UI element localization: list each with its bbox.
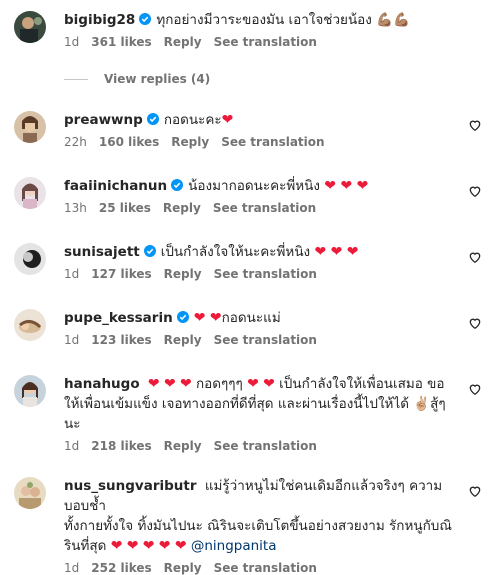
comment-likes[interactable]: 25 likes: [99, 201, 151, 215]
avatar[interactable]: [14, 11, 46, 43]
see-translation-button[interactable]: See translation: [221, 135, 324, 149]
comment-username[interactable]: sunisajett: [64, 244, 140, 260]
reply-button[interactable]: Reply: [171, 135, 209, 149]
heart-emoji: ❤: [174, 538, 187, 554]
comment-time: 1d: [64, 267, 80, 281]
heart-emoji: ❤: [110, 538, 123, 554]
comment-text-line: ให้เพื่อนเข้มแข็ง เจอทางออกที่ดีที่สุด แ…: [64, 396, 446, 412]
comment-likes[interactable]: 127 likes: [91, 267, 151, 281]
verified-badge-icon: [143, 245, 156, 257]
comment-likes[interactable]: 218 likes: [91, 439, 151, 453]
reply-button[interactable]: Reply: [164, 267, 202, 281]
heart-emoji: ❤ ❤ ❤: [314, 244, 359, 260]
heart-emoji: ❤: [221, 112, 234, 128]
heart-emoji: ❤: [126, 538, 139, 554]
avatar[interactable]: [14, 243, 46, 275]
comment-likes[interactable]: 123 likes: [91, 333, 151, 347]
heart-emoji: ❤ ❤: [193, 310, 222, 326]
comment-time: 13h: [64, 201, 87, 215]
view-replies-button[interactable]: View replies (4): [64, 72, 210, 86]
comment-time: 1d: [64, 333, 80, 347]
heart-emoji: ❤: [247, 376, 259, 392]
heart-outline-icon[interactable]: [468, 250, 482, 264]
reply-button[interactable]: Reply: [163, 201, 201, 215]
see-translation-button[interactable]: See translation: [213, 201, 316, 215]
avatar[interactable]: [14, 375, 46, 407]
heart-emoji: ❤: [179, 376, 192, 392]
divider: [64, 79, 88, 80]
reply-button[interactable]: Reply: [164, 35, 202, 49]
verified-badge-icon: [146, 113, 159, 125]
comment-text-line: ❤ ❤ ❤ กอดๆๆๆ ❤ ❤ เป็นกำลังใจให้เพื่อนเสม…: [147, 376, 445, 392]
avatar[interactable]: [14, 177, 46, 209]
comment-text: กอดนะคะ: [163, 112, 222, 128]
comment-time: 22h: [64, 135, 87, 149]
reply-button[interactable]: Reply: [164, 439, 202, 453]
comment-username[interactable]: faaiinichanun: [64, 178, 167, 194]
mention-link[interactable]: @ningpanita: [191, 538, 277, 554]
heart-outline-icon[interactable]: [468, 382, 482, 396]
comment-text: ทุกอย่างมีวาระของมัน เอาใจช่วยน้อง: [156, 12, 372, 28]
avatar[interactable]: [14, 477, 46, 509]
comment-username[interactable]: nus_sungvaributr: [64, 478, 197, 494]
comment-text: น้องมากอดนะคะพี่หนิง: [188, 178, 320, 194]
heart-emoji: ❤: [142, 538, 155, 554]
heart-outline-icon[interactable]: [468, 316, 482, 330]
reply-button[interactable]: Reply: [164, 333, 202, 347]
comment-text: เป็นกำลังใจให้นะคะพี่หนิง: [160, 244, 311, 260]
comment-likes[interactable]: 361 likes: [91, 35, 151, 49]
verified-badge-icon: [176, 311, 189, 323]
comment-likes[interactable]: 252 likes: [91, 561, 151, 575]
heart-emoji: ❤: [158, 538, 171, 554]
comment-text-line: นะ: [64, 416, 81, 432]
comment-text-line: ทั้งกายทั้งใจ ทิ้งมันไปนะ ณิรินจะเติบโตข…: [64, 518, 452, 534]
see-translation-button[interactable]: See translation: [214, 333, 317, 347]
comment-username[interactable]: bigibig28: [64, 12, 135, 28]
see-translation-button[interactable]: See translation: [214, 35, 317, 49]
see-translation-button[interactable]: See translation: [214, 439, 317, 453]
heart-emoji: ❤: [163, 376, 176, 392]
comment-text-line: รินที่สุด ❤ ❤ ❤ ❤ ❤: [64, 538, 187, 554]
reply-button[interactable]: Reply: [164, 561, 202, 575]
heart-outline-icon[interactable]: [468, 184, 482, 198]
comment-time: 1d: [64, 35, 80, 49]
comment-likes[interactable]: 160 likes: [99, 135, 159, 149]
comment-username[interactable]: hanahugo: [64, 376, 140, 392]
verified-badge-icon: [171, 179, 184, 191]
comment-time: 1d: [64, 439, 80, 453]
avatar[interactable]: [14, 111, 46, 143]
avatar[interactable]: [14, 309, 46, 341]
comment-username[interactable]: pupe_kessarin: [64, 310, 173, 326]
comment-emoji: 💪🏽💪🏽: [376, 12, 410, 28]
heart-outline-icon[interactable]: [468, 484, 482, 498]
heart-outline-icon[interactable]: [468, 118, 482, 132]
see-translation-button[interactable]: See translation: [214, 267, 317, 281]
heart-emoji: ❤: [263, 376, 275, 392]
see-translation-button[interactable]: See translation: [214, 561, 317, 575]
comment-time: 1d: [64, 561, 80, 575]
comment-username[interactable]: preawwnp: [64, 112, 143, 128]
comment-text: กอดนะแม่: [221, 310, 281, 326]
heart-emoji: ❤ ❤ ❤: [324, 178, 369, 194]
verified-badge-icon: [139, 13, 152, 25]
heart-emoji: ❤: [147, 376, 160, 392]
